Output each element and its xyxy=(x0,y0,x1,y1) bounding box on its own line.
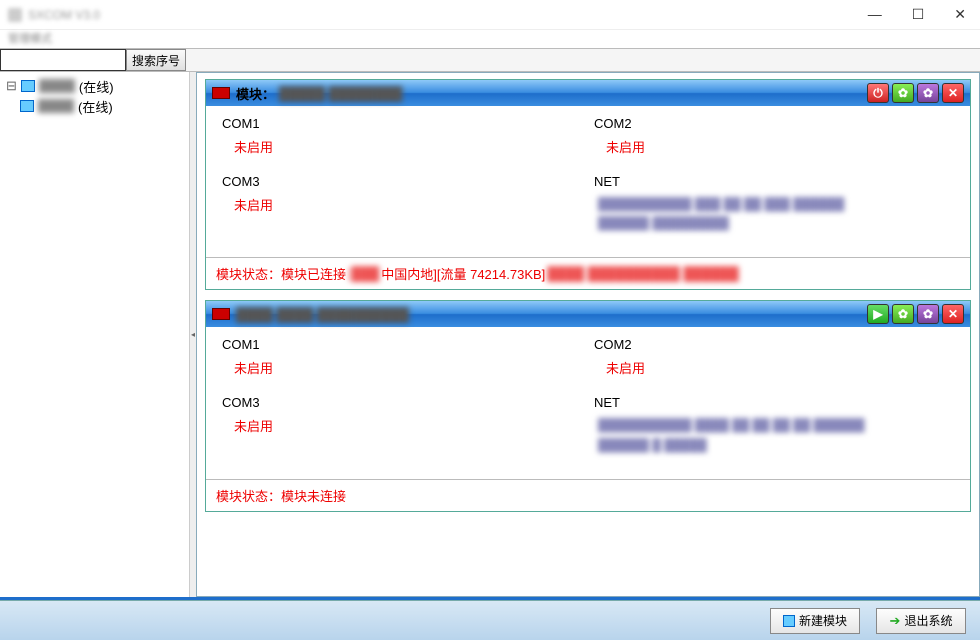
port-label: NET xyxy=(594,174,954,189)
module-title-prefix: 模块： xyxy=(236,84,275,103)
module-header: 模块： █████ ████████ ⏻ ✿ ✿ ✕ xyxy=(206,80,970,106)
port-label: COM3 xyxy=(222,395,582,410)
search-button[interactable]: 搜索序号 xyxy=(126,49,186,71)
port-label: COM1 xyxy=(222,116,582,131)
exit-icon: ➔ xyxy=(890,613,901,629)
sidebar-item-status: (在线) xyxy=(78,97,113,116)
port-net: NET ███████████ ███ ██ ██ ███ ██████████… xyxy=(588,170,960,247)
port-status: 未启用 xyxy=(222,195,582,214)
net-info: ███████████ ███ ██ ██ ███ ████████████ █… xyxy=(594,195,954,233)
module-icon xyxy=(21,80,35,92)
config-button[interactable]: ✿ xyxy=(917,304,939,324)
subtitle: 管理模式 xyxy=(0,30,980,48)
module-header-icon xyxy=(212,87,230,99)
sidebar-item-status: (在线) xyxy=(79,77,114,96)
maximize-button[interactable]: ☐ xyxy=(906,4,931,25)
config-button[interactable]: ✿ xyxy=(917,83,939,103)
new-module-button[interactable]: 新建模块 xyxy=(770,608,860,634)
close-window-button[interactable]: ✕ xyxy=(948,4,972,25)
port-label: COM2 xyxy=(594,116,954,131)
exit-button[interactable]: ➔ 退出系统 xyxy=(876,608,966,634)
port-status: 未启用 xyxy=(222,358,582,377)
exit-label: 退出系统 xyxy=(904,612,952,629)
port-label: COM3 xyxy=(222,174,582,189)
sidebar-item[interactable]: ⊟ (在线) xyxy=(6,76,183,96)
footer-mid: 中国内地][流量 74214.73KB] xyxy=(381,264,545,283)
module-panel: 模块： █████ ████████ ⏻ ✿ ✿ ✕ COM1 未启用 COM2… xyxy=(205,79,971,290)
footer-status-prefix: 模块状态：模块未连接 xyxy=(216,486,346,505)
port-status: 未启用 xyxy=(594,137,954,156)
port-status: 未启用 xyxy=(594,358,954,377)
content-area: 模块： █████ ████████ ⏻ ✿ ✿ ✕ COM1 未启用 COM2… xyxy=(196,72,980,597)
toolbar: 搜索序号 xyxy=(0,48,980,72)
play-button[interactable]: ▶ xyxy=(867,304,889,324)
port-label: COM2 xyxy=(594,337,954,352)
footer-extra: ████ ██████████ ██████ xyxy=(547,266,738,281)
footer-status-prefix: 模块状态：模块已连接 xyxy=(216,264,346,283)
app-icon xyxy=(8,8,22,22)
port-status: 未启用 xyxy=(222,416,582,435)
sidebar-item[interactable]: (在线) xyxy=(6,96,183,116)
expand-icon: ⊟ xyxy=(6,78,17,94)
port-net: NET ███████████ ████ ██ ██ ██ ██ ███████… xyxy=(588,391,960,468)
port-com2: COM2 未启用 xyxy=(588,333,960,391)
port-com1: COM1 未启用 xyxy=(216,333,588,391)
power-button[interactable]: ⏻ xyxy=(867,83,889,103)
panel-close-button[interactable]: ✕ xyxy=(942,304,964,324)
port-status: 未启用 xyxy=(222,137,582,156)
net-info: ███████████ ████ ██ ██ ██ ██ ███████████… xyxy=(594,416,954,454)
panel-close-button[interactable]: ✕ xyxy=(942,83,964,103)
port-label: NET xyxy=(594,395,954,410)
sidebar-item-id xyxy=(39,79,75,93)
sidebar-item-id xyxy=(38,99,74,113)
port-com3: COM3 未启用 xyxy=(216,170,588,247)
module-panel: ████ ████ ██████████ ▶ ✿ ✿ ✕ COM1 未启用 CO… xyxy=(205,300,971,511)
module-footer: 模块状态：模块已连接 [███ 中国内地][流量 74214.73KB] ███… xyxy=(206,257,970,289)
settings-button[interactable]: ✿ xyxy=(892,83,914,103)
minimize-button[interactable]: — xyxy=(862,4,888,25)
port-com2: COM2 未启用 xyxy=(588,112,960,170)
window-title: SXCOM V3.0 xyxy=(28,8,100,22)
module-footer: 模块状态：模块未连接 xyxy=(206,479,970,511)
module-header-icon xyxy=(212,308,230,320)
module-title-id: █████ ████████ xyxy=(279,86,402,101)
new-module-label: 新建模块 xyxy=(799,612,847,629)
footer-ip: [███ xyxy=(348,266,379,281)
module-icon xyxy=(783,615,795,627)
settings-button[interactable]: ✿ xyxy=(892,304,914,324)
port-label: COM1 xyxy=(222,337,582,352)
titlebar: SXCOM V3.0 — ☐ ✕ xyxy=(0,0,980,30)
module-icon xyxy=(20,100,34,112)
port-com3: COM3 未启用 xyxy=(216,391,588,468)
port-com1: COM1 未启用 xyxy=(216,112,588,170)
module-header: ████ ████ ██████████ ▶ ✿ ✿ ✕ xyxy=(206,301,970,327)
bottom-bar: 新建模块 ➔ 退出系统 xyxy=(0,600,980,640)
search-input[interactable] xyxy=(0,49,126,71)
module-title-id: ████ ████ ██████████ xyxy=(236,307,409,322)
sidebar: ⊟ (在线) (在线) xyxy=(0,72,190,597)
